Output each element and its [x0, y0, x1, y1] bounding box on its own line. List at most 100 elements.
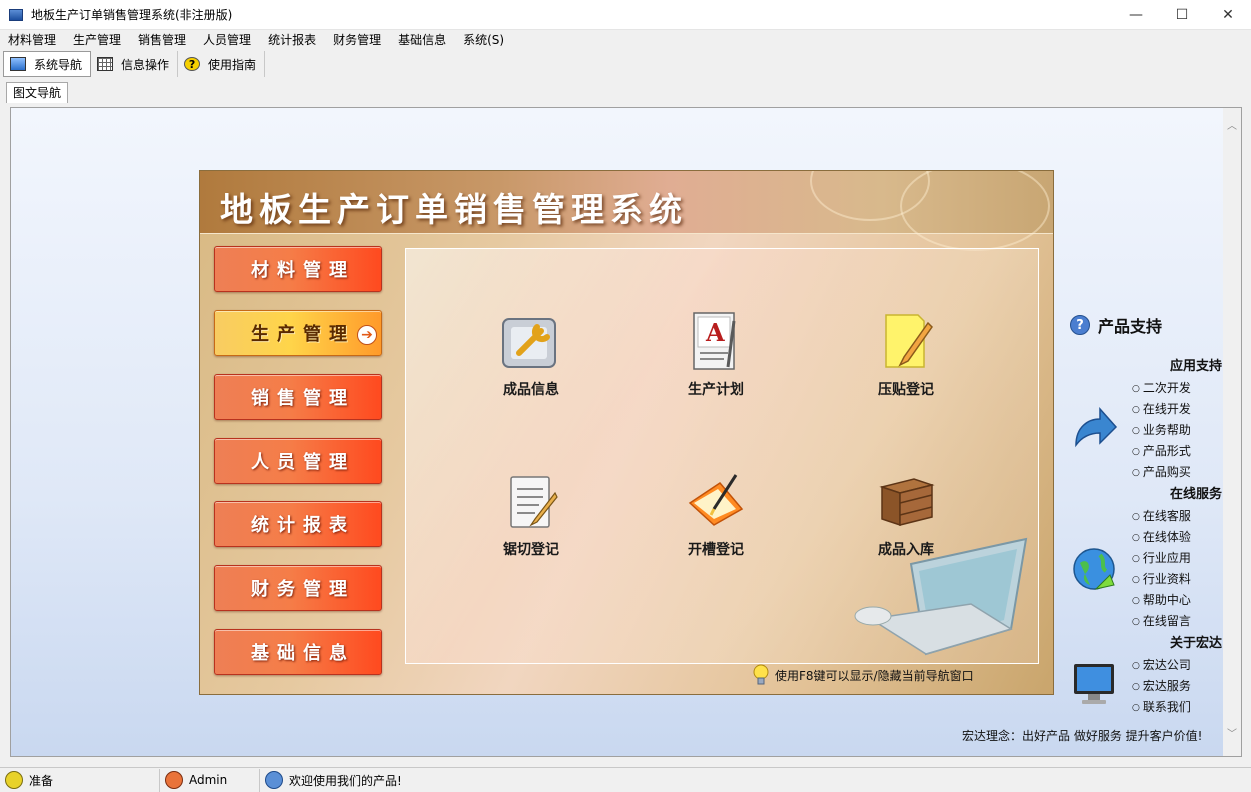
system-nav-label: 系统导航 [34, 57, 83, 72]
status-ready-text: 准备 [29, 773, 54, 788]
status-welcome: 欢迎使用我们的产品! [260, 769, 560, 792]
grid-icon [97, 57, 114, 71]
icon-label: 成品信息 [503, 382, 559, 398]
user-guide-button[interactable]: ? 使用指南 [178, 51, 266, 77]
svg-text:A: A [705, 318, 725, 347]
section-items: 在线客服 在线体验 行业应用 行业资料 帮助中心 在线留言 [1132, 507, 1191, 633]
users-icon [265, 771, 283, 789]
info-operation-button[interactable]: 信息操作 [91, 51, 179, 77]
side-button-basic-info[interactable]: 基础信息 [214, 629, 382, 675]
user-guide-label: 使用指南 [208, 57, 257, 72]
arrow-right-icon: ➔ [357, 325, 377, 345]
monitor-icon [10, 57, 26, 71]
minimize-button[interactable]: — [1113, 0, 1159, 30]
notepad-icon [499, 469, 563, 533]
side-button-label: 人员管理 [251, 452, 355, 473]
menu-sales[interactable]: 销售管理 [130, 30, 195, 50]
monitor-icon [1070, 660, 1118, 708]
side-button-sales[interactable]: 销售管理 [214, 374, 382, 420]
window-controls: — ☐ ✕ [1113, 0, 1251, 30]
link-help-center[interactable]: 帮助中心 [1132, 591, 1191, 612]
side-button-production[interactable]: 生产管理 ➔ [214, 310, 382, 356]
app-icon [9, 8, 23, 21]
support-section-app: 应用支持 二次开发 在线开发 业务帮助 产品形式 产品购买 [1070, 355, 1222, 479]
support-panel: ? 产品支持 [1070, 313, 1225, 337]
menu-finance[interactable]: 财务管理 [325, 30, 390, 50]
help-icon: ? [184, 57, 201, 71]
icon-label: 成品入库 [878, 542, 934, 558]
section-title: 应用支持 [1169, 359, 1222, 374]
status-user: Admin [160, 768, 260, 792]
icon-lamination-registration[interactable]: 压贴登记 [846, 309, 966, 399]
maximize-button[interactable]: ☐ [1159, 0, 1205, 30]
icon-production-plan[interactable]: A 生产计划 [656, 309, 776, 399]
hint-text: 使用F8键可以显示/隐藏当前导航窗口 [775, 668, 974, 683]
link-contact-us[interactable]: 联系我们 [1132, 698, 1191, 719]
navigation-panel: 地板生产订单销售管理系统 材料管理 生产管理 ➔ 销售管理 人员管理 统计报表 … [199, 170, 1054, 695]
close-button[interactable]: ✕ [1205, 0, 1251, 30]
menu-materials[interactable]: 材料管理 [0, 30, 65, 50]
wooden-crate-icon [874, 469, 938, 533]
link-secondary-dev[interactable]: 二次开发 [1132, 379, 1191, 400]
support-section-online: 在线服务 在线客服 在线体验 行业应用 行业资料 帮助中心 在线留言 [1070, 483, 1222, 628]
menu-system[interactable]: 系统(S) [455, 30, 513, 50]
support-section-about: 关于宏达 宏达公司 宏达服务 联系我们 [1070, 632, 1222, 722]
icon-finished-goods-info[interactable]: 成品信息 [471, 309, 591, 399]
link-hongda-service[interactable]: 宏达服务 [1132, 677, 1191, 698]
link-industry-app[interactable]: 行业应用 [1132, 549, 1191, 570]
info-operation-label: 信息操作 [121, 57, 170, 72]
side-button-label: 财务管理 [251, 579, 355, 600]
vertical-scrollbar[interactable]: ︿ ﹀ [1223, 108, 1241, 756]
side-button-reports[interactable]: 统计报表 [214, 501, 382, 547]
link-hongda-company[interactable]: 宏达公司 [1132, 656, 1191, 677]
icon-grooving-registration[interactable]: 开槽登记 [656, 469, 776, 559]
menu-basic-info[interactable]: 基础信息 [390, 30, 455, 50]
status-bar: 准备 Admin 欢迎使用我们的产品! [0, 767, 1251, 792]
toolbar: 系统导航 信息操作 ? 使用指南 [0, 50, 1251, 78]
link-online-trial[interactable]: 在线体验 [1132, 528, 1191, 549]
system-nav-button[interactable]: 系统导航 [3, 51, 92, 77]
link-industry-data[interactable]: 行业资料 [1132, 570, 1191, 591]
side-button-materials[interactable]: 材料管理 [214, 246, 382, 292]
note-pencil-icon [874, 309, 938, 373]
side-button-label: 材料管理 [251, 260, 355, 281]
menu-personnel[interactable]: 人员管理 [195, 30, 260, 50]
lightbulb-icon [5, 771, 23, 789]
menu-bar: 材料管理 生产管理 销售管理 人员管理 统计报表 财务管理 基础信息 系统(S) [0, 30, 1251, 50]
status-user-text: Admin [189, 773, 228, 787]
support-header: ? 产品支持 [1070, 313, 1225, 337]
question-icon: ? [1070, 315, 1090, 335]
title-bar: 地板生产订单销售管理系统(非注册版) — ☐ ✕ [0, 0, 1251, 30]
arrow-forward-icon [1070, 405, 1118, 453]
panel-header: 地板生产订单销售管理系统 [200, 171, 1053, 251]
side-button-personnel[interactable]: 人员管理 [214, 438, 382, 484]
tab-strip: 图文导航 [0, 80, 1251, 103]
link-online-service[interactable]: 在线客服 [1132, 507, 1191, 528]
wrench-settings-icon [499, 309, 563, 373]
section-title: 在线服务 [1169, 487, 1222, 502]
icon-finished-goods-inbound[interactable]: 成品入库 [846, 469, 966, 559]
link-business-help[interactable]: 业务帮助 [1132, 421, 1191, 442]
document-a-icon: A [684, 309, 748, 373]
tab-graphic-nav[interactable]: 图文导航 [6, 82, 69, 103]
f8-hint: 使用F8键可以显示/隐藏当前导航窗口 [753, 664, 974, 686]
link-product-form[interactable]: 产品形式 [1132, 442, 1191, 463]
link-online-message[interactable]: 在线留言 [1132, 612, 1191, 633]
user-icon [165, 771, 183, 789]
menu-reports[interactable]: 统计报表 [260, 30, 325, 50]
function-icon-area: 成品信息 A 生产计划 压贴登记 锯切登记 开槽登记 成品入库 [405, 248, 1039, 664]
side-button-label: 销售管理 [251, 388, 355, 409]
decorative-swirl [900, 171, 1050, 251]
section-items: 二次开发 在线开发 业务帮助 产品形式 产品购买 [1132, 379, 1191, 484]
menu-production[interactable]: 生产管理 [65, 30, 130, 50]
side-button-finance[interactable]: 财务管理 [214, 565, 382, 611]
link-product-purchase[interactable]: 产品购买 [1132, 463, 1191, 484]
chevron-up-icon[interactable]: ︿ [1223, 118, 1241, 136]
globe-icon [1070, 545, 1118, 593]
chevron-down-icon[interactable]: ﹀ [1223, 726, 1241, 744]
icon-cutting-registration[interactable]: 锯切登记 [471, 469, 591, 559]
link-online-dev[interactable]: 在线开发 [1132, 400, 1191, 421]
support-title: 产品支持 [1098, 317, 1163, 336]
section-title: 关于宏达 [1169, 636, 1222, 651]
side-button-label: 生产管理 [251, 324, 355, 345]
